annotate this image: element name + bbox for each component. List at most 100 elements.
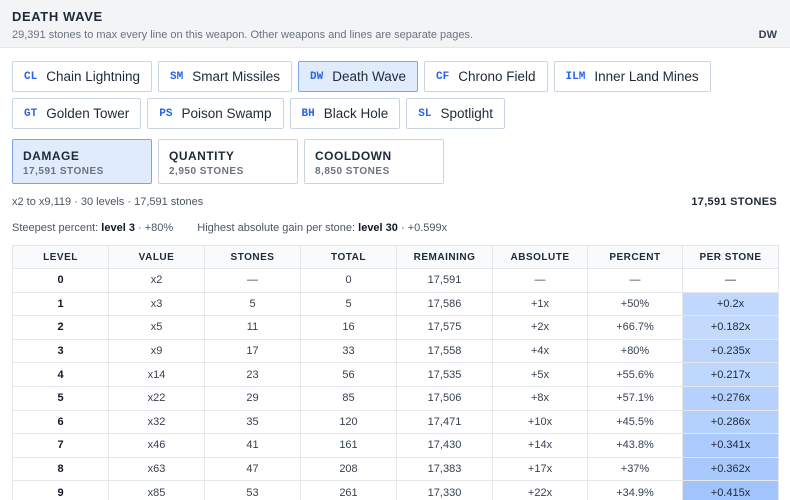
cell-remaining: 17,558 xyxy=(396,338,493,364)
weapon-tab-chrono-field[interactable]: CF Chrono Field xyxy=(424,61,548,92)
cell-percent: +37% xyxy=(587,456,683,482)
page-title: DEATH WAVE xyxy=(12,9,103,24)
weapon-tab-row: CL Chain Lightning SM Smart Missiles DW … xyxy=(12,61,782,92)
weapon-tabs: CL Chain Lightning SM Smart Missiles DW … xyxy=(12,61,782,135)
cell-percent: +45.5% xyxy=(587,409,683,435)
cell-total: 85 xyxy=(300,385,397,411)
cell-value: x32 xyxy=(108,409,205,435)
cell-total: 33 xyxy=(300,338,397,364)
cell-total: 5 xyxy=(300,291,397,317)
stat-name: DAMAGE xyxy=(23,149,80,163)
weapon-code: PS xyxy=(159,107,173,120)
column-header-remaining[interactable]: REMAINING xyxy=(396,245,493,269)
weapon-tab-black-hole[interactable]: BH Black Hole xyxy=(289,98,401,129)
weapon-tab-death-wave[interactable]: DW Death Wave xyxy=(298,61,418,92)
weapon-tab-spotlight[interactable]: SL Spotlight xyxy=(406,98,505,129)
table-row: 4 x14 23 56 17,535 +5x +55.6% +0.217x xyxy=(12,362,779,387)
stat-tab-cooldown[interactable]: COOLDOWN 8,850 STONES xyxy=(304,139,444,184)
cell-per-stone: +0.276x xyxy=(682,385,779,411)
stat-name: COOLDOWN xyxy=(315,149,392,163)
cell-absolute: +1x xyxy=(492,291,588,317)
cell-level: 3 xyxy=(12,338,109,364)
table-body: 0 x2—0 17,591— — —1 x3 5 5 17,586 +1x +50% +0.2x 2 x5… xyxy=(12,268,779,500)
cell-remaining: 17,535 xyxy=(396,362,493,387)
cell-value: x3 xyxy=(108,291,205,317)
highest-value: level 30 xyxy=(358,222,398,234)
cell-level: 4 xyxy=(12,362,109,387)
column-header-absolute[interactable]: ABSOLUTE xyxy=(492,245,588,269)
column-header-per-stone[interactable]: PER STONE xyxy=(682,245,779,269)
level-table: LEVEL VALUE STONES TOTAL REMAINING ABSOL… xyxy=(12,245,779,500)
weapon-name: Chrono Field xyxy=(458,69,536,84)
column-header-level[interactable]: LEVEL xyxy=(12,245,109,269)
cell-value: x22 xyxy=(108,385,205,411)
cell-total: 56 xyxy=(300,362,397,387)
cell-total: 16 xyxy=(300,315,397,340)
stat-tab-damage[interactable]: DAMAGE 17,591 STONES xyxy=(12,139,152,184)
weapon-tab-smart-missiles[interactable]: SM Smart Missiles xyxy=(158,61,292,92)
highest-label: Highest absolute gain per stone: xyxy=(197,222,356,234)
weapon-name: Black Hole xyxy=(323,106,389,121)
stat-cost: 17,591 STONES xyxy=(23,166,104,177)
cell-level: 5 xyxy=(12,385,109,411)
column-header-value[interactable]: VALUE xyxy=(108,245,205,269)
stat-tab-quantity[interactable]: QUANTITY 2,950 STONES xyxy=(158,139,298,184)
cell-absolute: +2x xyxy=(492,315,588,340)
cell-percent: +43.8% xyxy=(587,433,683,458)
weapon-code: DW xyxy=(310,70,324,83)
cell-per-stone: — xyxy=(682,268,779,293)
cell-absolute: +4x xyxy=(492,338,588,364)
cell-level: 2 xyxy=(12,315,109,340)
highest-extra: · +0.599x xyxy=(400,222,448,234)
weapon-name: Poison Swamp xyxy=(181,106,272,121)
cell-absolute: +10x xyxy=(492,409,588,435)
weapon-code: CF xyxy=(436,70,450,83)
column-header-stones[interactable]: STONES xyxy=(204,245,301,269)
cell-absolute: +5x xyxy=(492,362,588,387)
cell-level: 7 xyxy=(12,433,109,458)
weapon-tab-golden-tower[interactable]: GT Golden Tower xyxy=(12,98,142,129)
table-row: 6 x32 35 120 17,471 +10x +45.5% +0.286x xyxy=(12,409,779,435)
stat-cost: 2,950 STONES xyxy=(169,166,244,177)
cell-absolute: +17x xyxy=(492,456,588,482)
cell-per-stone: +0.235x xyxy=(682,338,779,364)
weapon-tab-inner-land-mines[interactable]: ILM Inner Land Mines xyxy=(553,61,711,92)
cell-value: x14 xyxy=(108,362,205,387)
cell-absolute: +8x xyxy=(492,385,588,411)
stat-cost: 8,850 STONES xyxy=(315,166,390,177)
cell-stones: 53 xyxy=(204,480,301,500)
steepest-extra: · +80% xyxy=(138,222,174,234)
cell-absolute: +22x xyxy=(492,480,588,500)
cell-total: 261 xyxy=(300,480,397,500)
table-row: 0 x2—0 17,591— — — xyxy=(12,268,779,293)
cell-percent: — xyxy=(587,268,683,293)
cell-remaining: 17,383 xyxy=(396,456,493,482)
steepest-value: level 3 xyxy=(101,222,135,234)
weapon-tab-chain-lightning[interactable]: CL Chain Lightning xyxy=(12,61,153,92)
cell-stones: 41 xyxy=(204,433,301,458)
weapon-name: Spotlight xyxy=(440,106,493,121)
weapon-name: Golden Tower xyxy=(46,106,130,121)
cell-value: x5 xyxy=(108,315,205,340)
table-row: 1 x3 5 5 17,586 +1x +50% +0.2x xyxy=(12,291,779,317)
weapon-tab-poison-swamp[interactable]: PS Poison Swamp xyxy=(147,98,284,129)
cell-total: 120 xyxy=(300,409,397,435)
cell-stones: 23 xyxy=(204,362,301,387)
weapon-name: Death Wave xyxy=(332,69,406,84)
page-header: DEATH WAVE 29,391 stones to max every li… xyxy=(0,0,790,48)
column-header-percent[interactable]: PERCENT xyxy=(587,245,683,269)
cell-remaining: 17,591 xyxy=(396,268,493,293)
cell-percent: +57.1% xyxy=(587,385,683,411)
weapon-code: BH xyxy=(301,107,315,120)
stat-name: QUANTITY xyxy=(169,149,235,163)
column-header-total[interactable]: TOTAL xyxy=(300,245,397,269)
cell-total: 0 xyxy=(300,268,397,293)
cell-per-stone: +0.2x xyxy=(682,291,779,317)
cell-stones: 35 xyxy=(204,409,301,435)
weapon-code: SL xyxy=(418,107,432,120)
cell-remaining: 17,575 xyxy=(396,315,493,340)
weapon-name: Chain Lightning xyxy=(46,69,141,84)
cell-remaining: 17,506 xyxy=(396,385,493,411)
cell-percent: +50% xyxy=(587,291,683,317)
cell-level: 8 xyxy=(12,456,109,482)
